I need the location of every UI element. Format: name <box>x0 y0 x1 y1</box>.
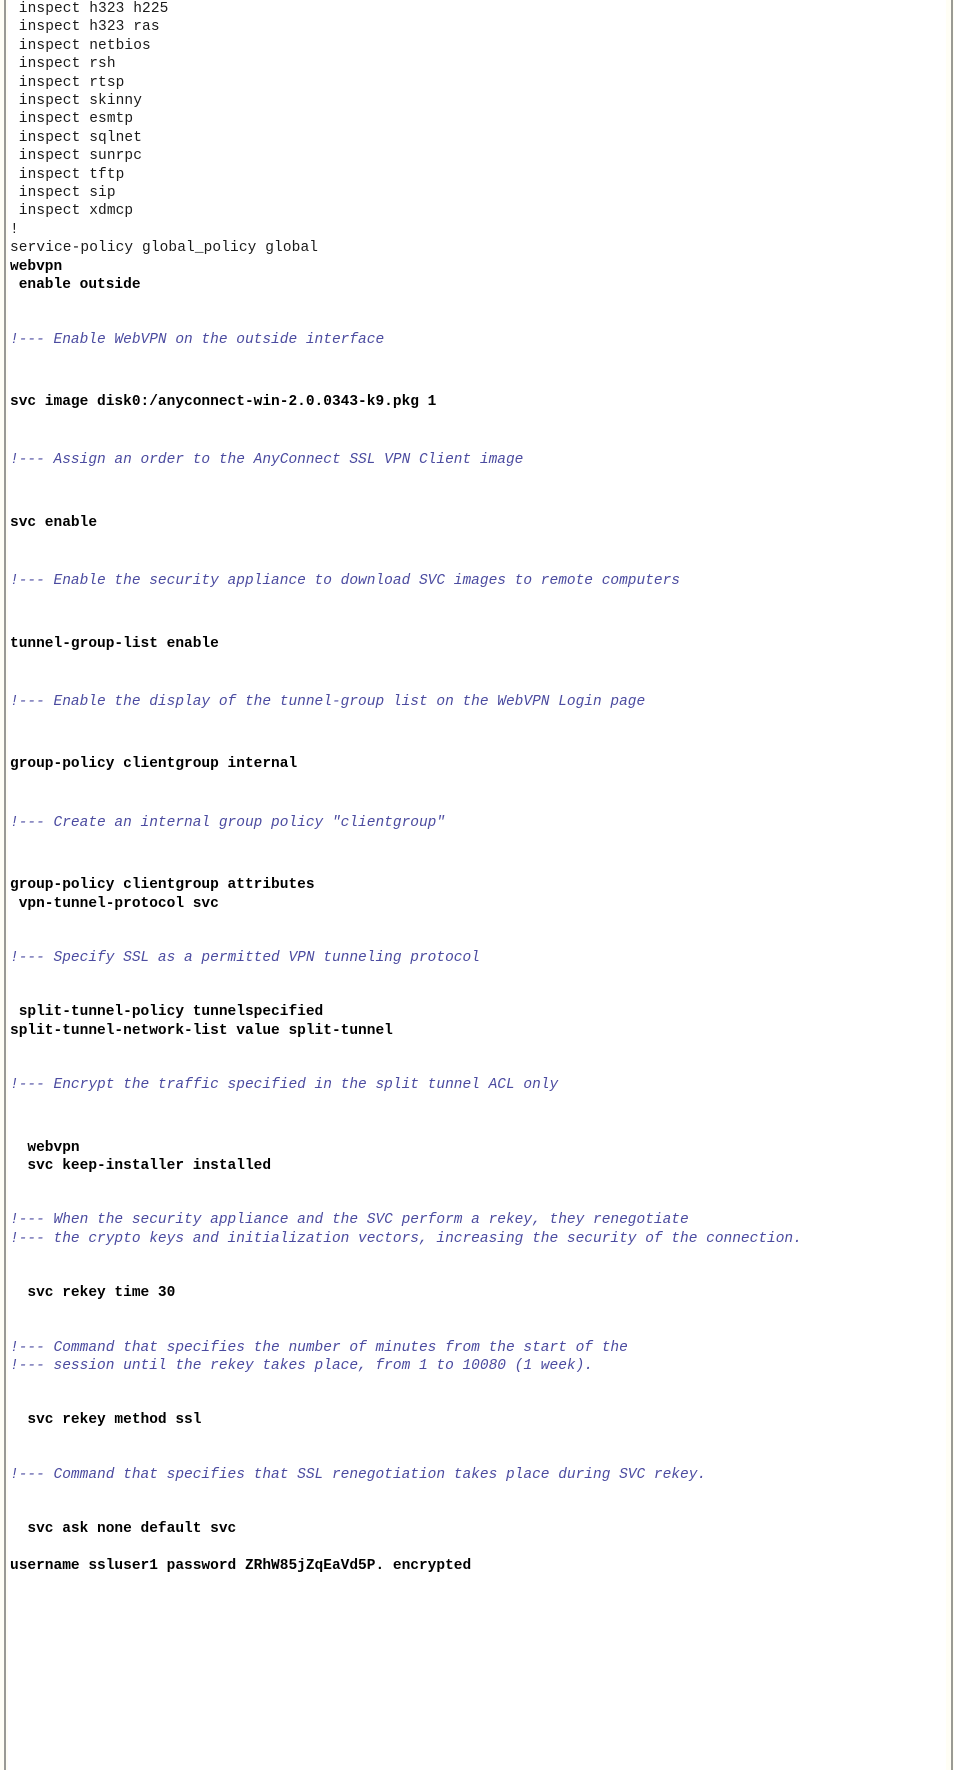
cli-command: vpn-tunnel-protocol svc <box>10 895 219 912</box>
config-line: inspect netbios <box>10 37 151 54</box>
cli-command: svc image disk0:/anyconnect-win-2.0.0343… <box>10 393 437 410</box>
cli-remark: !--- Specify SSL as a permitted VPN tunn… <box>10 949 480 966</box>
cli-remark: !--- Assign an order to the AnyConnect S… <box>10 452 524 469</box>
config-line: inspect esmtp <box>10 111 134 128</box>
section-svc-rekey-time: svc rekey time 30 !--- Command that spec… <box>0 1284 946 1375</box>
section-split-tunnel: split-tunnel-policy tunnelspecified spli… <box>0 1003 946 1094</box>
cli-command: svc enable <box>10 514 98 531</box>
cli-command: svc rekey method ssl <box>10 1412 202 1429</box>
config-line: service-policy global_policy global <box>10 240 319 257</box>
cli-command: svc ask none default svc <box>10 1521 237 1538</box>
cli-remark: !--- session until the rekey takes place… <box>10 1358 593 1375</box>
section-tunnel-group-list: tunnel-group-list enable !--- Enable the… <box>0 635 946 712</box>
section-group-policy-internal: group-policy clientgroup internal !--- C… <box>0 755 946 832</box>
cli-remark: !--- Encrypt the traffic specified in th… <box>10 1077 559 1094</box>
config-line: inspect h323 ras <box>10 19 160 36</box>
config-document-page: inspect h323 h225 inspect h323 ras inspe… <box>0 0 960 1770</box>
config-line: inspect rtsp <box>10 74 125 91</box>
cli-command: svc keep-installer installed <box>10 1158 272 1174</box>
cli-command: username ssluser1 password ZRhW85jZqEaVd… <box>10 1557 472 1574</box>
section-webvpn-enable: webvpn enable outside !--- Enable WebVPN… <box>0 258 946 349</box>
cli-command: group-policy clientgroup attributes <box>10 877 315 894</box>
cli-remark: !--- Enable the display of the tunnel-gr… <box>10 693 646 710</box>
config-line: inspect tftp <box>10 166 125 183</box>
config-line: inspect sip <box>10 185 116 202</box>
section-svc-rekey-method: svc rekey method ssl !--- Command that s… <box>0 1411 946 1484</box>
cli-command: enable outside <box>10 277 141 294</box>
cli-remark: !--- Command that specifies that SSL ren… <box>10 1466 707 1483</box>
cli-remark: !--- Enable the security appliance to do… <box>10 573 681 590</box>
cli-command: split-tunnel-policy tunnelspecified <box>10 1004 324 1021</box>
right-border-rule <box>946 0 954 1770</box>
cli-remark: !--- Create an internal group policy "cl… <box>10 814 446 831</box>
config-line: inspect h323 h225 <box>10 1 169 17</box>
config-line: ! <box>10 221 19 238</box>
cli-command: tunnel-group-list enable <box>10 635 219 652</box>
section-svc-enable: svc enable !--- Enable the security appl… <box>0 514 946 591</box>
cli-command: group-policy clientgroup internal <box>10 756 298 773</box>
config-line: inspect skinny <box>10 93 143 110</box>
cli-remark: !--- Enable WebVPN on the outside interf… <box>10 331 385 348</box>
cli-command: split-tunnel-network-list value split-tu… <box>10 1022 393 1039</box>
cli-remark: !--- Command that specifies the number o… <box>10 1339 628 1356</box>
config-line: inspect sunrpc <box>10 148 143 165</box>
config-line: inspect rsh <box>10 56 116 73</box>
cli-command: svc rekey time 30 <box>10 1285 176 1302</box>
configuration-listing: inspect h323 h225 inspect h323 ras inspe… <box>0 0 946 1575</box>
config-line: inspect xdmcp <box>10 203 134 220</box>
config-line: inspect sqlnet <box>10 129 143 146</box>
cli-command: webvpn <box>10 258 63 275</box>
cli-remark: !--- When the security appliance and the… <box>10 1212 689 1229</box>
inspect-block: inspect h323 h225 inspect h323 ras inspe… <box>0 0 946 258</box>
section-svc-ask-username: svc ask none default svc username ssluse… <box>0 1520 946 1575</box>
section-svc-image: svc image disk0:/anyconnect-win-2.0.0343… <box>0 393 946 470</box>
right-border-line <box>951 0 953 1770</box>
cli-command: webvpn <box>10 1139 80 1156</box>
cli-remark: !--- the crypto keys and initialization … <box>10 1230 802 1247</box>
section-group-policy-attributes: group-policy clientgroup attributes vpn-… <box>0 876 946 967</box>
section-svc-keep-installer: webvpn svc keep-installer installed !---… <box>0 1139 946 1249</box>
